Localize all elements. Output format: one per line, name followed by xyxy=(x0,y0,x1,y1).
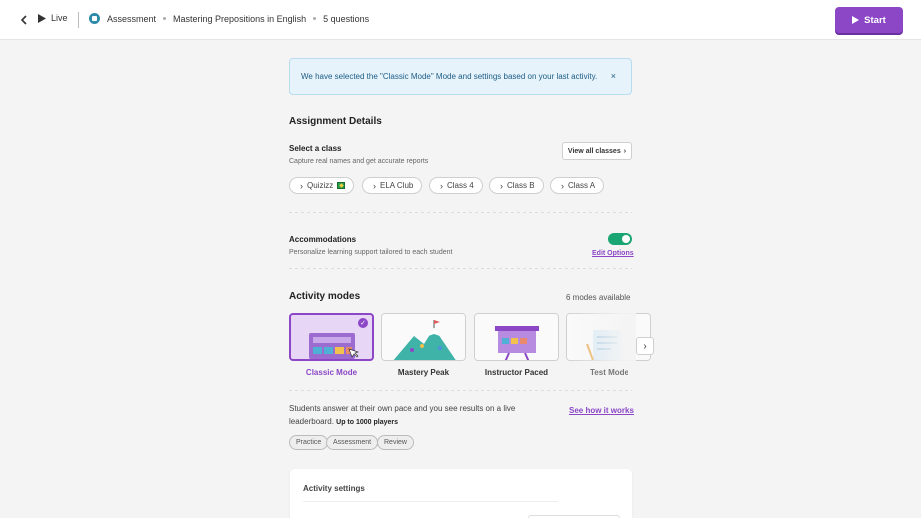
chevron-right-icon: › xyxy=(643,340,647,352)
carousel-next-button[interactable]: › xyxy=(636,337,654,355)
breadcrumb-title: Mastering Prepositions in English xyxy=(173,13,307,24)
chevron-right-icon: › xyxy=(373,180,376,191)
play-icon xyxy=(38,13,46,23)
chevron-right-icon: › xyxy=(300,180,303,191)
mode-label-instructor-paced: Instructor Paced xyxy=(484,368,549,377)
breadcrumb: Assessment Mastering Prepositions in Eng… xyxy=(89,13,369,24)
mode-label-classic: Classic Mode xyxy=(305,368,358,377)
class-chip-label: Class A xyxy=(568,181,596,190)
chevron-right-icon: › xyxy=(500,180,503,191)
breadcrumb-type: Assessment xyxy=(107,13,157,24)
chevron-right-icon: › xyxy=(623,147,627,155)
class-chip-class-b[interactable]: › Class B xyxy=(489,177,544,194)
divider xyxy=(289,268,632,269)
play-icon xyxy=(852,16,860,24)
accommodations-title: Accommodations xyxy=(289,235,357,244)
modes-count: 6 modes available xyxy=(566,293,631,302)
mode-card-classic[interactable]: ✓ xyxy=(289,313,374,361)
view-all-label: View all classes xyxy=(567,147,621,155)
tag-practice: Practice xyxy=(289,435,329,450)
assignment-details-title: Assignment Details xyxy=(289,116,382,127)
toggle-knob xyxy=(622,235,630,243)
view-all-classes-button[interactable]: View all classes › xyxy=(562,142,632,160)
activity-modes-title: Activity modes xyxy=(289,291,361,302)
mode-card-instructor-paced[interactable] xyxy=(474,313,559,361)
info-banner: We have selected the "Classic Mode" Mode… xyxy=(289,58,632,95)
activity-settings-title: Activity settings xyxy=(303,484,365,493)
activity-settings-card: Activity settings xyxy=(290,469,632,518)
class-chip-label: Class B xyxy=(507,181,535,190)
breadcrumb-separator xyxy=(313,17,317,20)
tag-review: Review xyxy=(377,435,414,450)
players-limit: Up to 1000 players xyxy=(336,419,399,426)
breadcrumb-count: 5 questions xyxy=(323,13,370,24)
accommodations-toggle[interactable] xyxy=(608,233,632,245)
class-chip-label: Quizizz xyxy=(307,181,334,190)
banner-text: We have selected the "Classic Mode" Mode… xyxy=(301,72,598,81)
mode-description: Students answer at their own pace and yo… xyxy=(289,402,539,429)
see-how-it-works-link[interactable]: See how it works xyxy=(569,406,634,415)
divider xyxy=(78,12,79,28)
select-class-label: Select a class xyxy=(289,144,342,153)
divider xyxy=(289,390,632,391)
class-chip-label: ELA Club xyxy=(380,181,414,190)
chevron-right-icon: › xyxy=(440,180,443,191)
chevron-left-icon xyxy=(20,15,27,25)
mode-description-text: Students answer at their own pace and yo… xyxy=(289,404,516,426)
divider xyxy=(289,212,632,213)
chevron-right-icon: › xyxy=(561,180,564,191)
top-bar: Live Assessment Mastering Prepositions i… xyxy=(0,0,921,40)
start-label: Start xyxy=(864,14,886,26)
breadcrumb-separator xyxy=(163,17,167,20)
mode-label-test: Test Mode xyxy=(590,368,628,377)
accommodations-subtitle: Personalize learning support tailored to… xyxy=(289,249,453,256)
class-chip-class-a[interactable]: › Class A xyxy=(550,177,605,194)
check-icon: ✓ xyxy=(358,318,368,328)
live-indicator[interactable]: Live xyxy=(38,13,68,23)
class-chip-ela-club[interactable]: › ELA Club xyxy=(362,177,423,194)
select-class-subtitle: Capture real names and get accurate repo… xyxy=(289,158,429,165)
flag-icon xyxy=(337,182,346,189)
mastery-peak-illustration xyxy=(382,314,465,360)
live-label: Live xyxy=(51,13,68,23)
start-button[interactable]: Start xyxy=(835,7,903,33)
tag-assessment: Assessment xyxy=(326,435,379,450)
edit-options-link[interactable]: Edit Options xyxy=(592,250,634,257)
mode-label-mastery-peak: Mastery Peak xyxy=(397,368,450,377)
close-icon[interactable]: × xyxy=(611,72,616,81)
class-chip-quizizz[interactable]: › Quizizz xyxy=(289,177,355,194)
class-chip-label: Class 4 xyxy=(447,181,474,190)
class-chip-class-4[interactable]: › Class 4 xyxy=(429,177,483,194)
instructor-paced-illustration xyxy=(475,314,558,360)
back-button[interactable] xyxy=(18,13,30,27)
divider xyxy=(303,501,558,502)
assessment-icon xyxy=(89,13,100,24)
mode-card-mastery-peak[interactable] xyxy=(381,313,466,361)
